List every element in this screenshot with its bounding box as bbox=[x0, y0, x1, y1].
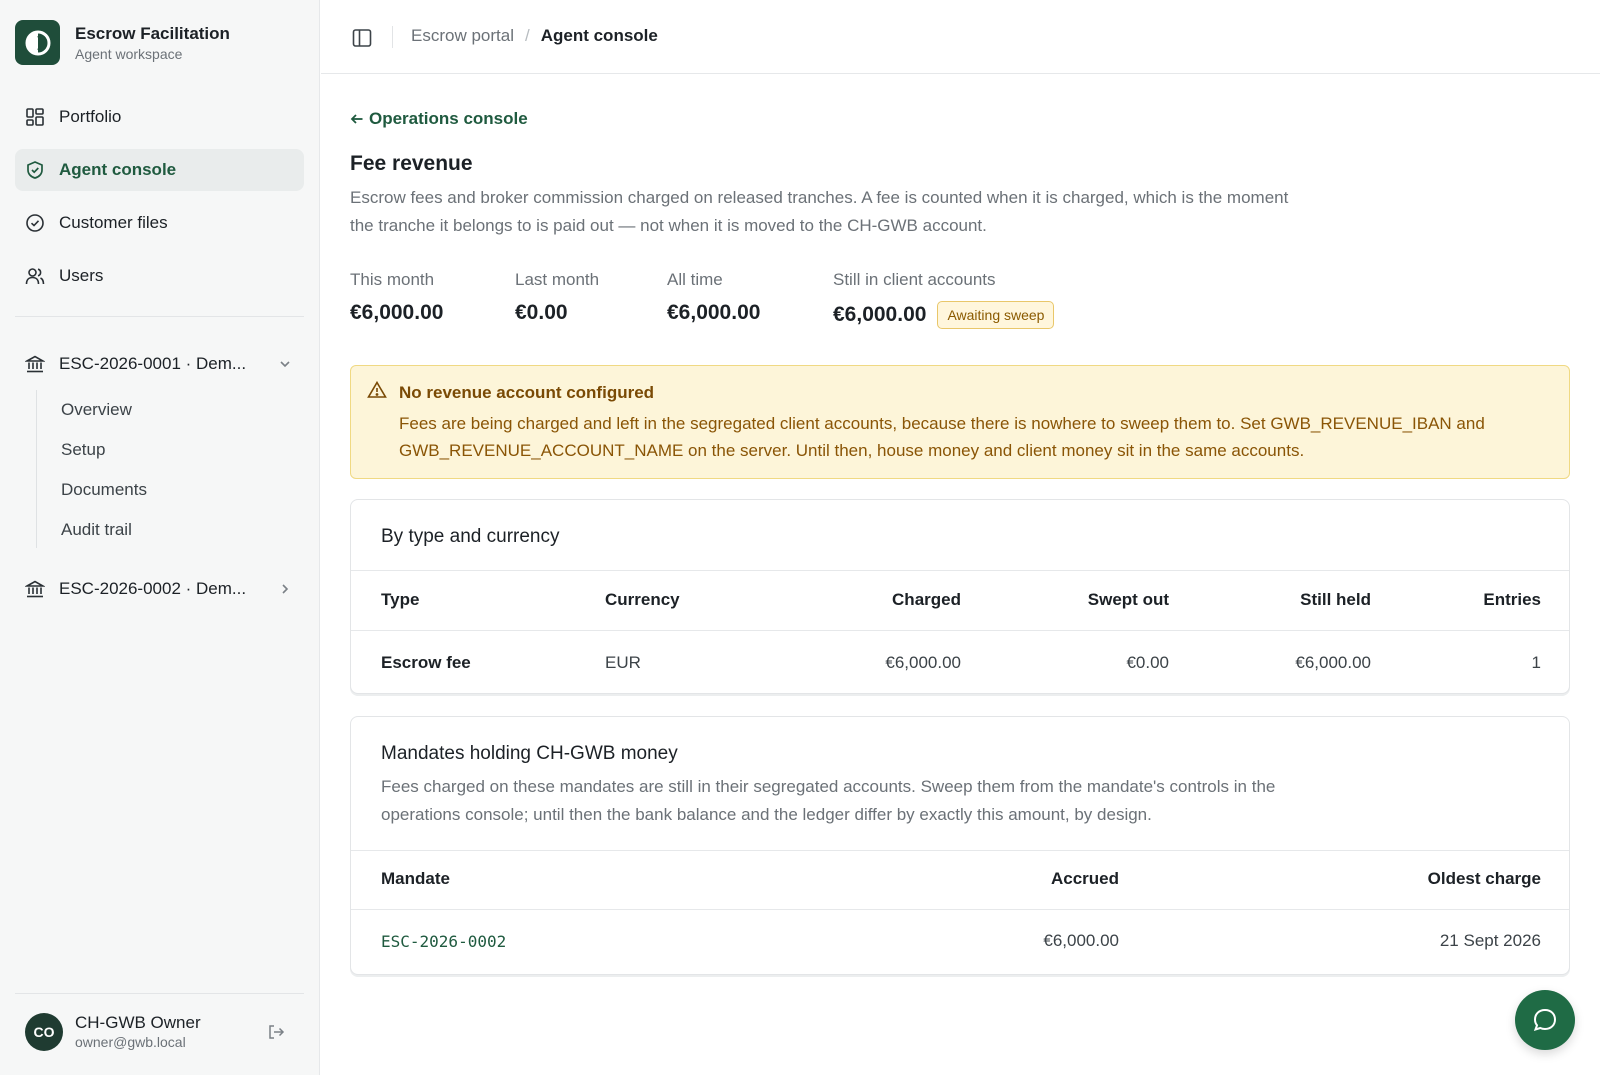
stat-label: This month bbox=[350, 270, 435, 289]
warning-alert: No revenue account configured Fees are b… bbox=[350, 365, 1570, 479]
subnav-item-setup[interactable]: Setup bbox=[37, 430, 296, 470]
grid-icon bbox=[25, 107, 45, 127]
brand-subtitle: Agent workspace bbox=[75, 45, 183, 62]
by-type-card: By type and currency Type Currency Charg… bbox=[350, 499, 1570, 694]
breadcrumb-separator: / bbox=[524, 26, 530, 45]
mandate-subnav: Overview Setup Documents Audit trail bbox=[36, 390, 296, 548]
column-header: Oldest charge bbox=[1427, 869, 1541, 888]
back-to-operations-console[interactable]: Operations console bbox=[350, 109, 528, 129]
cell-oldest-charge: 21 Sept 2026 bbox=[1439, 931, 1541, 950]
check-circle-icon bbox=[25, 213, 45, 233]
column-header: Still held bbox=[1300, 590, 1371, 609]
main-nav: Portfolio Agent console Customer files U… bbox=[15, 96, 304, 308]
stat-label: Still in client accounts bbox=[833, 270, 996, 289]
shield-check-icon bbox=[25, 160, 45, 180]
user-name: CH-GWB Owner bbox=[75, 1013, 201, 1032]
divider bbox=[351, 570, 1569, 571]
back-link-label: Operations console bbox=[369, 109, 528, 128]
divider bbox=[351, 909, 1569, 910]
mandate-group-1[interactable]: ESC-2026-0001 · Dem... bbox=[15, 344, 304, 384]
column-header: Swept out bbox=[1087, 590, 1169, 609]
page-description: Escrow fees and broker commission charge… bbox=[350, 188, 1289, 235]
mandate-group-2[interactable]: ESC-2026-0002 · Dem... bbox=[15, 569, 304, 609]
bank-icon bbox=[25, 579, 45, 599]
toolbar-separator bbox=[392, 26, 393, 48]
card-title: By type and currency bbox=[381, 526, 560, 547]
card-title: Mandates holding CH-GWB money bbox=[381, 743, 678, 764]
user-email: owner@gwb.local bbox=[75, 1034, 186, 1050]
stat-value: €6,000.00 bbox=[350, 301, 444, 324]
chevron-down-icon[interactable] bbox=[278, 356, 292, 370]
top-bar: Escrow portal / Agent console bbox=[321, 0, 1600, 74]
nav-label: Portfolio bbox=[59, 107, 122, 126]
brand[interactable]: Escrow Facilitation Agent workspace bbox=[15, 20, 230, 65]
nav-item-portfolio[interactable]: Portfolio bbox=[15, 96, 304, 138]
stat-value: €0.00 bbox=[515, 301, 568, 324]
stat-all-time: All time €6,000.00 bbox=[667, 269, 760, 325]
cell-swept-out: €0.00 bbox=[1126, 653, 1169, 672]
alert-body: Fees are being charged and left in the s… bbox=[399, 414, 1485, 460]
stat-still-in-client-accounts: Still in client accounts €6,000.00 Await… bbox=[833, 269, 1055, 329]
subnav-item-audit-trail[interactable]: Audit trail bbox=[37, 510, 296, 550]
cell-still-held: €6,000.00 bbox=[1295, 653, 1371, 672]
cell-currency: EUR bbox=[605, 653, 641, 672]
logo-icon bbox=[25, 30, 50, 55]
stat-label: Last month bbox=[515, 270, 600, 289]
column-header: Mandate bbox=[381, 869, 450, 888]
mandate-label: ESC-2026-0002 · Dem... bbox=[59, 579, 247, 598]
breadcrumb-escrow-portal[interactable]: Escrow portal bbox=[411, 26, 514, 46]
logout-icon[interactable] bbox=[267, 1023, 285, 1041]
stat-value: €6,000.00 bbox=[833, 303, 927, 326]
divider bbox=[351, 630, 1569, 631]
brand-title: Escrow Facilitation bbox=[75, 23, 230, 43]
sidebar-divider bbox=[15, 993, 304, 994]
divider bbox=[351, 850, 1569, 851]
chat-button[interactable] bbox=[1515, 990, 1575, 1050]
mandates-holding-card: Mandates holding CH-GWB money Fees charg… bbox=[350, 716, 1570, 975]
nav-item-users[interactable]: Users bbox=[15, 255, 304, 297]
subnav-item-overview[interactable]: Overview bbox=[37, 390, 296, 430]
brand-logo bbox=[15, 20, 60, 65]
column-header: Charged bbox=[892, 590, 961, 609]
arrow-left-icon bbox=[350, 112, 364, 126]
stat-this-month: This month €6,000.00 bbox=[350, 269, 443, 325]
chevron-right-icon[interactable] bbox=[278, 581, 292, 595]
sidebar-toggle-icon[interactable] bbox=[351, 27, 373, 49]
column-header: Accrued bbox=[1050, 869, 1119, 888]
sidebar-divider bbox=[15, 316, 304, 317]
nav-label: Agent console bbox=[59, 160, 177, 179]
mandate-link[interactable]: ESC-2026-0002 bbox=[381, 932, 506, 951]
stat-value: €6,000.00 bbox=[667, 301, 761, 324]
nav-item-customer-files[interactable]: Customer files bbox=[15, 202, 304, 244]
user-profile[interactable]: CO CH-GWB Owner owner@gwb.local bbox=[25, 1013, 295, 1051]
nav-label: Customer files bbox=[59, 213, 168, 232]
alert-title: No revenue account configured bbox=[399, 383, 655, 402]
chat-icon bbox=[1533, 1008, 1557, 1032]
card-description: Fees charged on these mandates are still… bbox=[381, 777, 1276, 824]
nav-item-agent-console[interactable]: Agent console bbox=[15, 149, 304, 191]
cell-accrued: €6,000.00 bbox=[1043, 931, 1119, 950]
status-badge: Awaiting sweep bbox=[937, 301, 1055, 329]
column-header: Currency bbox=[605, 590, 680, 609]
page-title: Fee revenue bbox=[350, 152, 473, 175]
subnav-item-documents[interactable]: Documents bbox=[37, 470, 296, 510]
cell-entries: 1 bbox=[1531, 653, 1541, 672]
mandate-label: ESC-2026-0001 · Dem... bbox=[59, 354, 247, 373]
cell-type: Escrow fee bbox=[381, 653, 471, 672]
sidebar: Escrow Facilitation Agent workspace Port… bbox=[0, 0, 320, 1075]
stat-label: All time bbox=[667, 270, 723, 289]
column-header: Entries bbox=[1483, 590, 1541, 609]
stat-last-month: Last month €0.00 bbox=[515, 269, 599, 325]
users-icon bbox=[25, 266, 45, 286]
avatar: CO bbox=[25, 1013, 63, 1051]
bank-icon bbox=[25, 354, 45, 374]
nav-label: Users bbox=[59, 266, 104, 285]
warning-triangle-icon bbox=[367, 380, 387, 400]
column-header: Type bbox=[381, 590, 420, 609]
breadcrumb-current: Agent console bbox=[540, 26, 658, 45]
cell-charged: €6,000.00 bbox=[885, 653, 961, 672]
breadcrumb: Escrow portal / Agent console bbox=[411, 26, 658, 46]
